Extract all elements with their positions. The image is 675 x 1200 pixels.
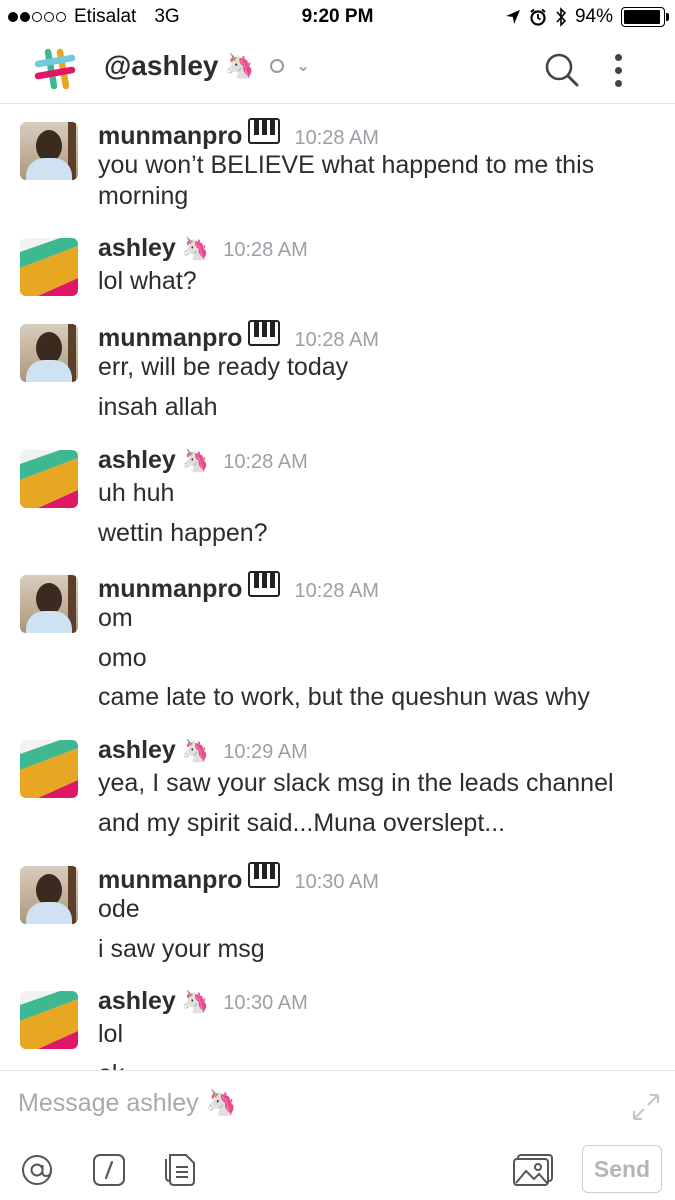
piano-icon [248,118,281,144]
file-icon[interactable] [162,1153,196,1187]
message-input[interactable]: Message ashley 🦄 [18,1089,237,1118]
sender-name[interactable]: munmanpro [98,575,242,604]
message-text: ode [98,895,140,923]
message-text: i saw your msg [98,935,265,963]
unicorn-icon: 🦄 [181,989,210,1014]
at-icon[interactable] [20,1153,54,1187]
sender-name[interactable]: munmanpro [98,122,242,151]
alarm-clock-icon [530,8,546,26]
avatar-munmanpro[interactable] [20,866,78,924]
status-icons: 94% [505,6,669,28]
avatar-ashley[interactable] [20,991,78,1049]
message-header: munmanpro 10:28 AM [98,571,379,604]
message-composer: Message ashley 🦄 Send [0,1070,675,1200]
location-arrow-icon [505,10,520,24]
message-text: insah allah [98,393,218,421]
message-text: err, will be ready today [98,353,349,381]
timestamp: 10:30 AM [294,871,379,893]
avatar-ashley[interactable] [20,740,78,798]
message-header: ashley 🦄 10:29 AM [98,736,308,765]
sender-name[interactable]: munmanpro [98,324,242,353]
photo-icon[interactable] [512,1153,554,1187]
piano-icon [248,571,281,597]
avatar-munmanpro[interactable] [20,575,78,633]
timestamp: 10:28 AM [294,580,379,602]
message-text: you won’t BELIEVE what happend to me thi… [98,151,595,210]
expand-icon[interactable] [630,1091,662,1123]
chevron-down-icon[interactable]: ⌄ [296,56,309,76]
carrier-info: Etisalat 3G [8,6,180,28]
message-header: munmanpro 10:28 AM [98,118,379,151]
avatar-ashley[interactable] [20,450,78,508]
slack-logo[interactable] [32,46,78,92]
message-text: came late to work, but the queshun was w… [98,683,590,711]
signal-strength-icon [8,12,66,22]
message-text: lol what? [98,267,197,295]
unicorn-icon: 🦄 [224,52,255,80]
presence-status-icon [270,59,285,73]
unicorn-icon: 🦄 [181,738,210,763]
message-list[interactable]: munmanpro 10:28 AM you won’t BELIEVE wha… [0,104,675,1070]
bluetooth-icon [556,7,567,27]
message-header: munmanpro 10:28 AM [98,320,379,353]
message-header: ashley 🦄 10:28 AM [98,234,308,263]
avatar-munmanpro[interactable] [20,122,78,180]
timestamp: 10:28 AM [223,451,308,473]
channel-header: @ashley 🦄 ⌄ [0,36,675,104]
sender-name[interactable]: ashley [98,987,176,1016]
unicorn-icon: 🦄 [181,448,210,473]
more-options-icon[interactable] [604,50,632,90]
unicorn-icon: 🦄 [181,236,210,261]
timestamp: 10:28 AM [294,127,379,149]
sender-name[interactable]: ashley [98,234,176,263]
timestamp: 10:30 AM [223,992,308,1014]
search-icon[interactable] [542,50,582,90]
sender-name[interactable]: munmanpro [98,866,242,895]
channel-title[interactable]: @ashley 🦄 ⌄ [104,50,310,82]
send-button[interactable]: Send [582,1145,662,1193]
piano-icon [248,320,281,346]
message-text: wettin happen? [98,519,268,547]
channel-name: @ashley [104,50,219,81]
avatar-ashley[interactable] [20,238,78,296]
message-text: lol [98,1020,124,1048]
timestamp: 10:28 AM [294,329,379,351]
sender-name[interactable]: ashley [98,446,176,475]
timestamp: 10:29 AM [223,741,308,763]
piano-icon [248,862,281,888]
sender-name[interactable]: ashley [98,736,176,765]
message-text: ok [98,1059,658,1070]
message-header: ashley 🦄 10:30 AM [98,987,308,1016]
avatar-munmanpro[interactable] [20,324,78,382]
message-text: uh huh [98,479,175,507]
message-header: ashley 🦄 10:28 AM [98,446,308,475]
carrier-name: Etisalat [74,6,137,27]
status-bar: Etisalat 3G 9:20 PM 94% [0,0,675,36]
message-header: munmanpro 10:30 AM [98,862,379,895]
battery-percent: 94% [574,6,613,27]
message-text: om [98,604,133,632]
message-text: and my spirit said...Muna overslept... [98,809,506,837]
message-text: omo [98,644,147,672]
timestamp: 10:28 AM [223,239,308,261]
network-type: 3G [154,6,180,27]
battery-icon [621,7,669,27]
slash-command-icon[interactable] [92,1153,126,1187]
message-text: yea, I saw your slack msg in the leads c… [98,769,614,797]
